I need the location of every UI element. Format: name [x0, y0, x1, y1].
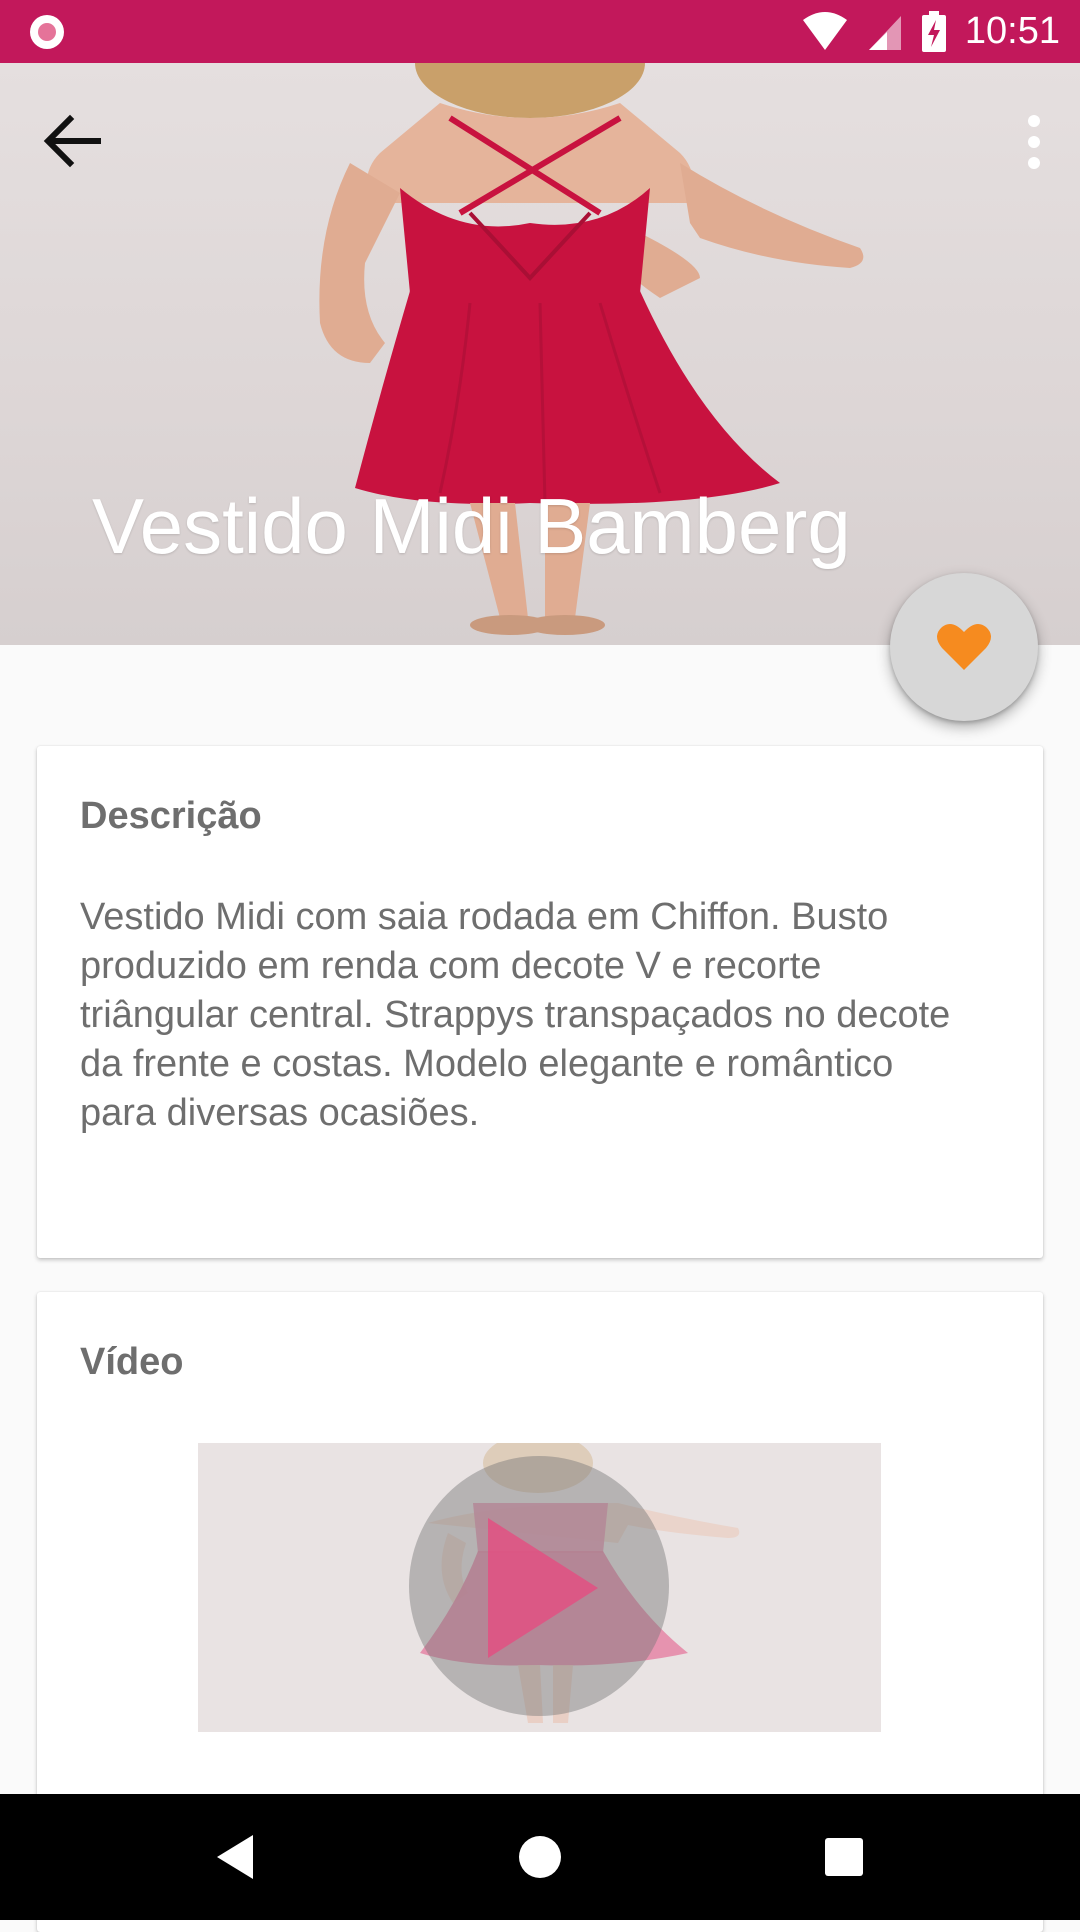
- status-icons: 10:51: [801, 0, 1060, 63]
- description-heading: Descrição: [80, 795, 262, 837]
- arrow-back-icon[interactable]: [40, 107, 108, 175]
- system-nav-bar: [0, 1794, 1080, 1920]
- description-line: triângular central. Strappys transpaçado…: [80, 994, 951, 1036]
- product-title: Vestido Midi Bamberg: [92, 482, 851, 570]
- video-thumbnail[interactable]: [198, 1443, 881, 1732]
- description-text: Vestido Midi com saia rodada em Chiffon.…: [80, 893, 1060, 1138]
- description-line: Vestido Midi com saia rodada em Chiffon.…: [80, 896, 889, 938]
- description-line: para diversas ocasiões.: [80, 1092, 480, 1134]
- signal-icon: [868, 15, 901, 50]
- back-triangle-icon[interactable]: [165, 1794, 305, 1920]
- app-notification-icon: [30, 15, 64, 49]
- battery-charging-icon: [921, 10, 946, 52]
- description-line: da frente e costas. Modelo elegante e ro…: [80, 1043, 894, 1085]
- status-time: 10:51: [964, 10, 1060, 52]
- status-bar: 10:51: [0, 0, 1080, 63]
- favorite-button[interactable]: [890, 573, 1038, 721]
- description-line: produzido em renda com decote V e recort…: [80, 945, 822, 987]
- video-preview-image: [198, 1443, 881, 1732]
- recents-square-icon[interactable]: [774, 1794, 914, 1920]
- product-hero-image: Vestido Midi Bamberg: [0, 63, 1080, 645]
- more-vert-icon[interactable]: [1014, 111, 1054, 175]
- heart-icon: [937, 623, 991, 670]
- wifi-icon: [802, 11, 847, 50]
- video-heading: Vídeo: [80, 1341, 184, 1383]
- home-circle-icon[interactable]: [470, 1794, 610, 1920]
